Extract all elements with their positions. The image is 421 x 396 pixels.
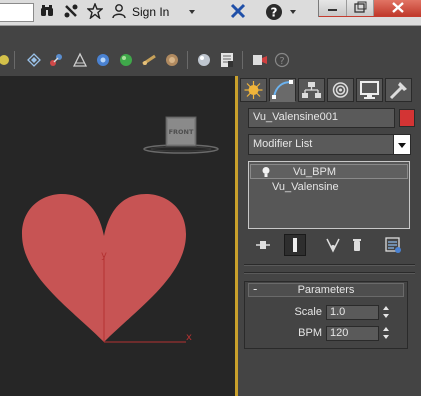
object-color-swatch[interactable] [399,109,415,127]
parameters-rollout-header[interactable]: - Parameters [248,282,404,297]
tab-modify[interactable] [269,78,296,102]
remove-modifier-button[interactable] [346,234,368,256]
stack-item-vu-valensine[interactable]: Vu_Valensine [250,180,408,195]
unlink-icon[interactable] [48,52,64,68]
window-controls [318,0,421,17]
view-cube-label: FRONT [169,128,194,136]
parameters-title: Parameters [297,284,355,296]
chevron-down-icon[interactable] [189,10,195,14]
panel-divider [244,264,415,266]
x-axis-label: x [186,332,192,343]
render-icon[interactable] [252,52,268,68]
curve-editor-icon[interactable] [118,52,134,68]
show-end-result-button[interactable] [284,234,306,256]
wrench-link-icon[interactable] [62,3,80,23]
title-bar: Sign In ? [0,0,421,26]
view-cube[interactable]: FRONT [143,116,219,154]
object-name-field[interactable]: Vu_Valensine001 [248,108,395,128]
rendered-frame-icon[interactable] [219,52,235,68]
svg-text:?: ? [279,56,284,67]
stack-item-label: Vu_Valensine [272,181,339,193]
y-axis-label: y [101,250,107,261]
bpm-input[interactable]: 120 [326,326,379,341]
tab-hierarchy[interactable] [298,78,325,102]
tab-utilities[interactable] [385,78,412,102]
user-icon[interactable] [110,3,128,23]
configure-modifier-sets-button[interactable] [382,234,404,256]
binoculars-icon[interactable] [38,3,56,23]
stack-toolbar [248,234,410,256]
schematic-view-icon[interactable] [141,52,157,68]
viewport-front[interactable]: FRONT y x [0,76,236,396]
panel-divider [244,272,415,274]
bpm-spinner[interactable] [382,326,391,341]
close-button[interactable] [374,0,421,16]
help-circle-icon[interactable]: ? [274,52,290,68]
render-setup-icon[interactable] [196,52,212,68]
toolbar-separator [187,51,188,69]
material-editor-icon[interactable] [164,52,180,68]
link-icon[interactable] [26,52,42,68]
tab-motion[interactable] [327,78,354,102]
bind-space-warp-icon[interactable] [72,52,88,68]
chevron-down-icon[interactable] [393,134,411,155]
search-input[interactable] [0,3,34,22]
main-toolbar: ? [0,47,421,73]
tab-display[interactable] [356,78,383,102]
toolbar-separator [242,51,243,69]
help-icon[interactable]: ? [264,3,284,23]
stack-item-label: Vu_BPM [293,166,337,178]
scale-label: Scale [294,306,322,318]
modifier-list-dropdown[interactable]: Modifier List [248,134,411,155]
scale-spinner[interactable] [382,305,391,320]
lightbulb-icon[interactable] [261,166,271,178]
tab-create[interactable] [240,78,267,102]
svg-text:?: ? [271,6,278,20]
toolbar-separator [14,51,15,69]
exchange-icon[interactable] [228,3,248,23]
help-dropdown-icon[interactable] [290,10,296,14]
pin-stack-button[interactable] [252,234,274,256]
app-window: Sign In ? ? FRONT y x Vu_Valensine001 Mo… [0,0,421,396]
restore-button[interactable] [347,0,374,16]
star-icon[interactable] [86,2,104,23]
make-unique-button[interactable] [322,234,344,256]
selection-filter-icon[interactable] [95,52,111,68]
scale-input[interactable]: 1.0 [326,305,379,320]
sign-in-link[interactable]: Sign In [132,5,169,19]
minimize-button[interactable] [319,0,347,16]
bpm-label: BPM [298,327,322,339]
stack-item-vu-bpm[interactable]: Vu_BPM [250,164,408,179]
modifier-stack: Vu_BPM Vu_Valensine [248,161,410,229]
